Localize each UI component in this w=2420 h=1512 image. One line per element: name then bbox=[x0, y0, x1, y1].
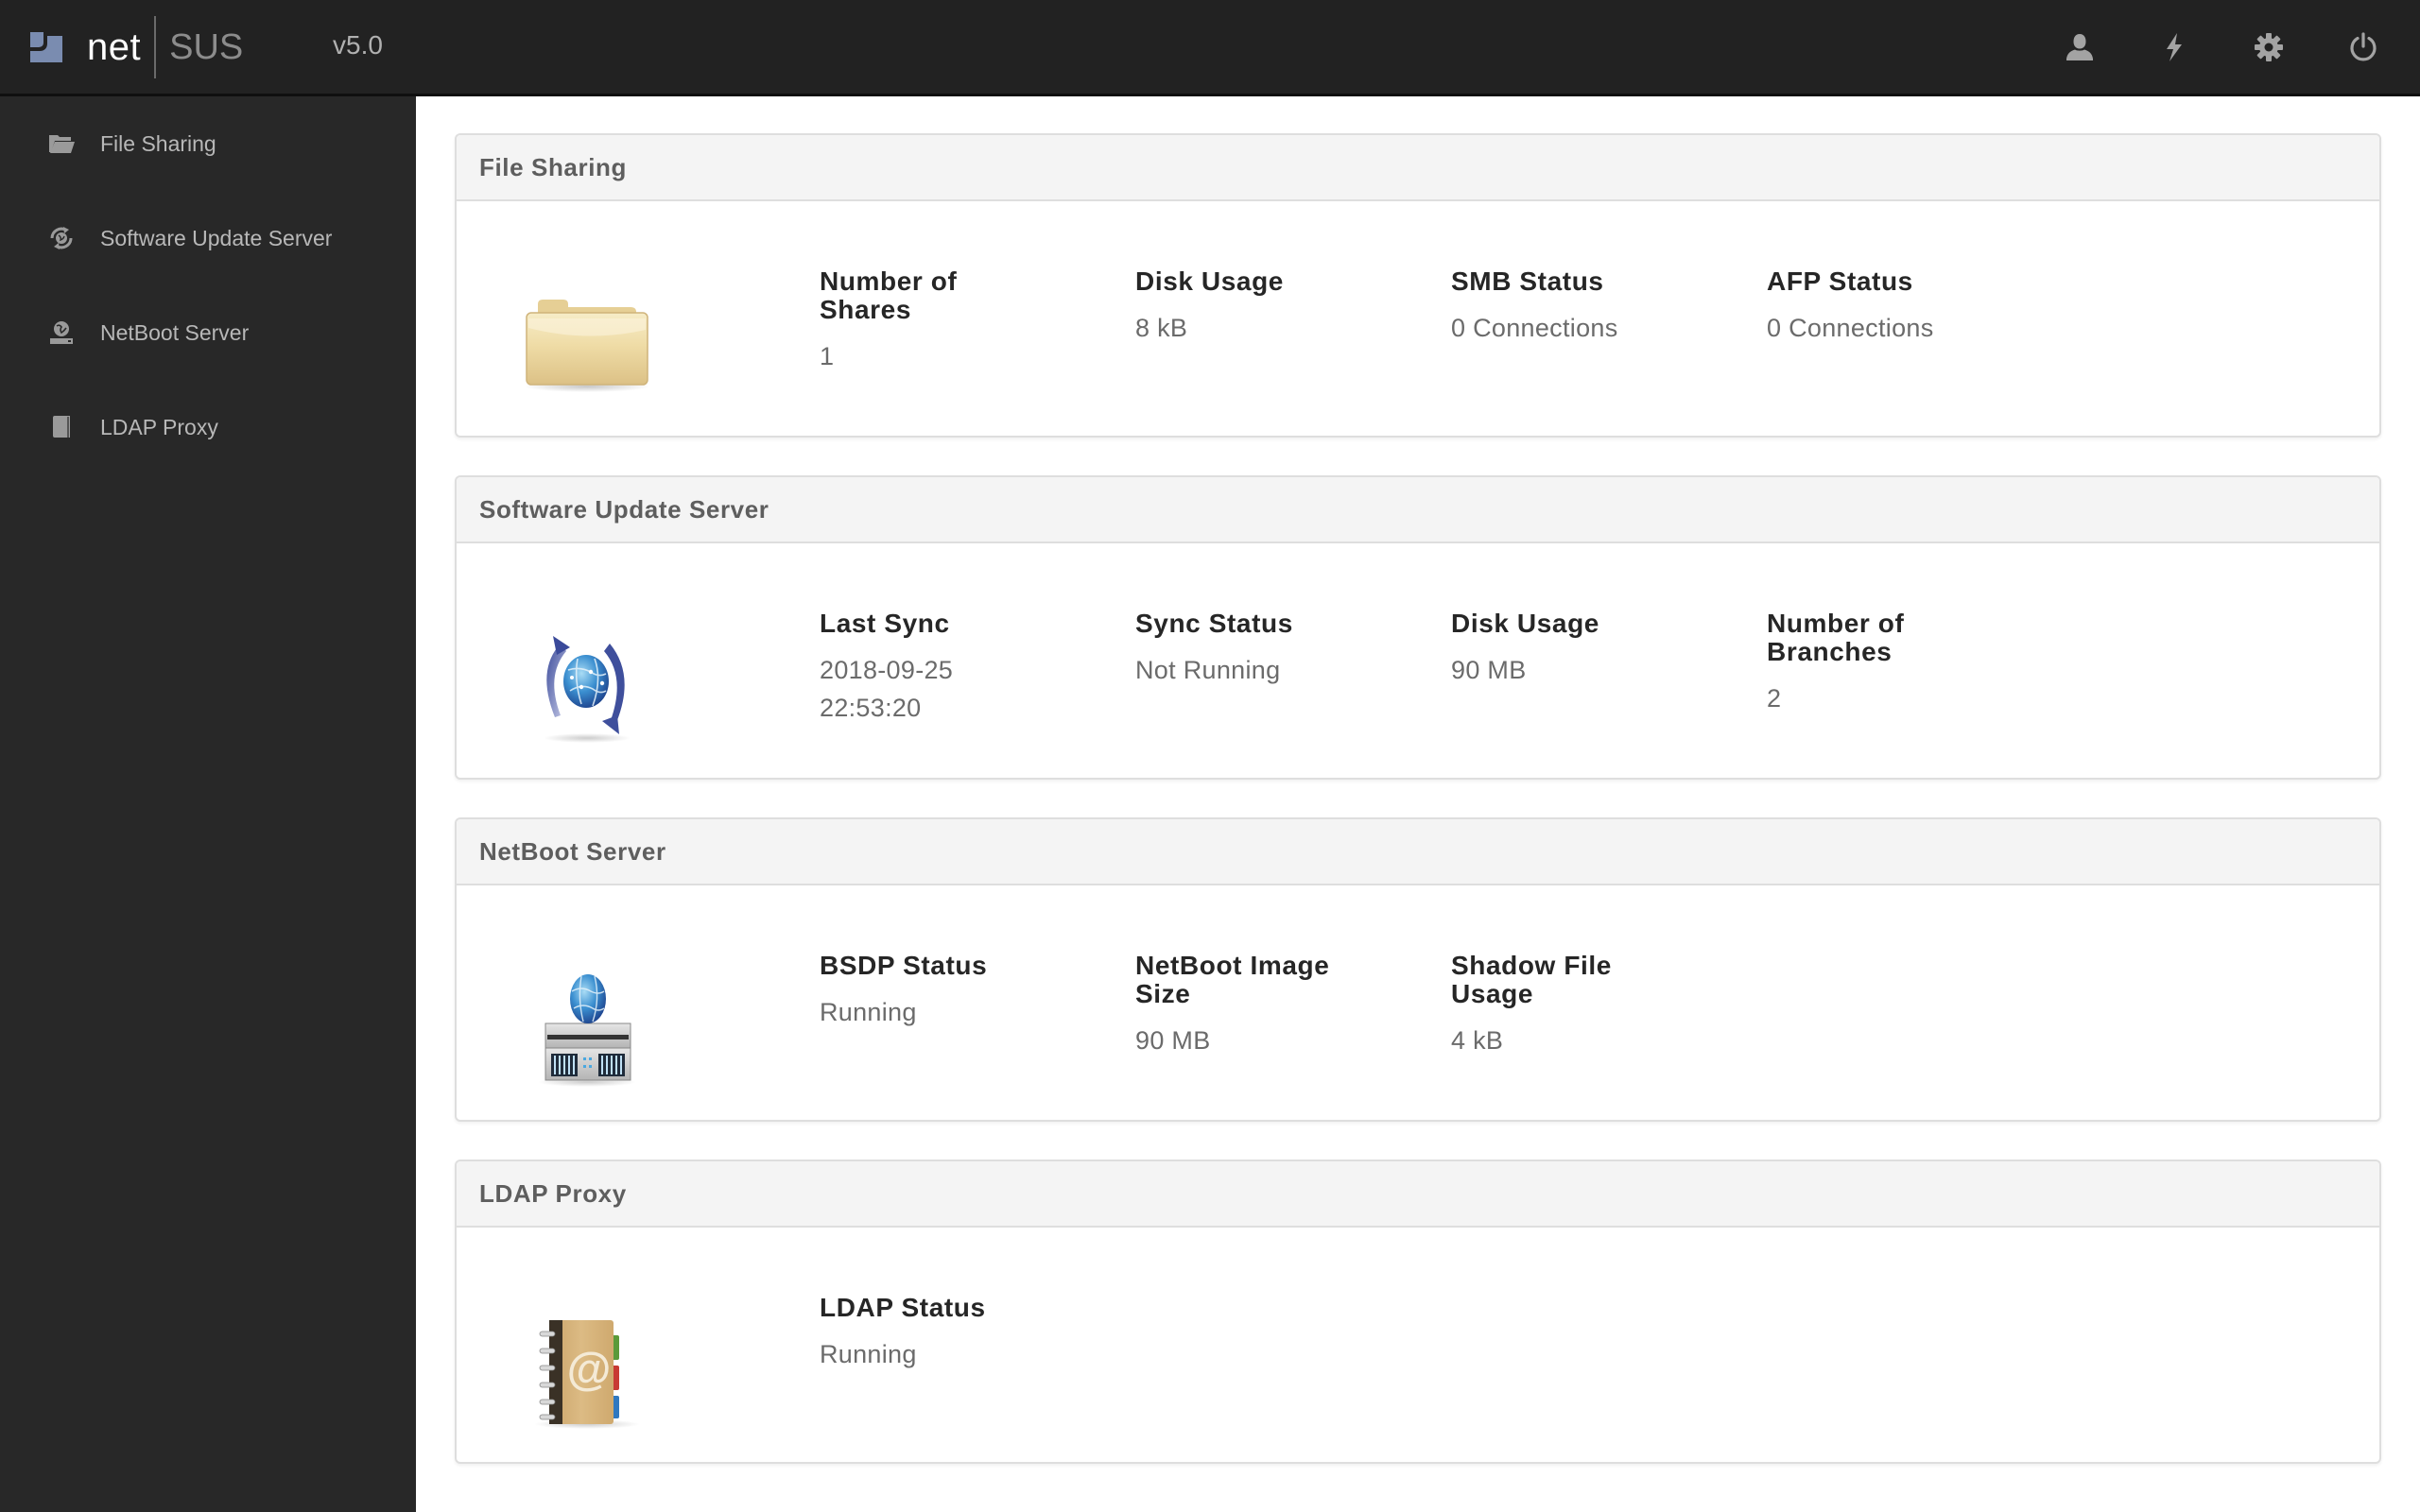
top-navbar: net SUS v5.0 bbox=[0, 0, 2420, 96]
sidebar-item-ldap-proxy[interactable]: LDAP Proxy bbox=[0, 380, 416, 474]
metric-sync-status: Sync Status Not Running bbox=[1135, 610, 1419, 689]
version-label: v5.0 bbox=[333, 30, 383, 60]
sidebar-item-label: LDAP Proxy bbox=[100, 414, 218, 439]
metric-number-of-shares: Number of Shares 1 bbox=[820, 267, 1037, 375]
file-sharing-card: File Sharing Number of Shares 1 Disk Usa… bbox=[455, 133, 2381, 438]
sidebar-item-label: Software Update Server bbox=[100, 225, 333, 250]
metric-disk-usage: Disk Usage 90 MB bbox=[1451, 610, 1735, 689]
metric-label: Number of Shares bbox=[820, 266, 958, 324]
metric-label: LDAP Status bbox=[820, 1293, 986, 1322]
metric-afp-status: AFP Status 0 Connections bbox=[1767, 267, 2050, 347]
top-icon-bar bbox=[2032, 0, 2420, 94]
metric-value: 0 Connections bbox=[1767, 314, 1934, 342]
metric-label: BSDP Status bbox=[820, 951, 988, 980]
metric-label: Sync Status bbox=[1135, 609, 1293, 638]
netboot-server-card: NetBoot Server BSDP Status Running NetBo… bbox=[455, 817, 2381, 1122]
metric-label: Number of Branches bbox=[1767, 609, 1905, 666]
software-update-icon bbox=[544, 636, 631, 743]
metric-label: AFP Status bbox=[1767, 266, 1913, 296]
metric-value: Not Running bbox=[1135, 656, 1281, 684]
brand-net: net bbox=[87, 26, 142, 68]
folder-icon bbox=[525, 300, 649, 392]
card-body: Last Sync 2018-09-25 22:53:20 Sync Statu… bbox=[457, 543, 2379, 778]
svg-text:@: @ bbox=[567, 1345, 612, 1395]
metric-value: Running bbox=[820, 998, 917, 1026]
metric-label: NetBoot Image Size bbox=[1135, 951, 1330, 1008]
metric-value: 90 MB bbox=[1451, 656, 1527, 684]
brand-sus: SUS bbox=[169, 26, 244, 67]
card-body: Number of Shares 1 Disk Usage 8 kB SMB S… bbox=[457, 201, 2379, 436]
metric-label: Disk Usage bbox=[1451, 609, 1599, 638]
book-icon bbox=[45, 411, 78, 443]
metric-ldap-status: LDAP Status Running bbox=[820, 1294, 1103, 1373]
metric-value: 4 kB bbox=[1451, 1026, 1504, 1055]
lightning-icon bbox=[2167, 33, 2182, 61]
metric-label: SMB Status bbox=[1451, 266, 1604, 296]
metric-label: Last Sync bbox=[820, 609, 950, 638]
metric-value: 8 kB bbox=[1135, 314, 1188, 342]
metric-value: 2 bbox=[1767, 684, 1782, 713]
software-update-server-card: Software Update Server Last Sync 2018-09… bbox=[455, 475, 2381, 780]
ldap-proxy-card: LDAP Proxy @ LDAP Status Running bbox=[455, 1160, 2381, 1464]
metric-disk-usage: Disk Usage 8 kB bbox=[1135, 267, 1419, 347]
brand[interactable]: net SUS bbox=[28, 0, 243, 94]
folder-open-icon bbox=[45, 128, 78, 160]
settings-button[interactable] bbox=[2221, 0, 2316, 94]
netsus-logo-icon bbox=[30, 32, 62, 62]
metric-netboot-image-size: NetBoot Image Size 90 MB bbox=[1135, 952, 1353, 1059]
metric-value: 2018-09-25 22:53:20 bbox=[820, 656, 954, 722]
user-icon bbox=[2066, 34, 2093, 60]
sync-globe-icon bbox=[45, 222, 78, 254]
metric-number-of-branches: Number of Branches 2 bbox=[1767, 610, 1984, 717]
metric-value: 0 Connections bbox=[1451, 314, 1618, 342]
power-icon bbox=[2350, 32, 2377, 61]
card-header: NetBoot Server bbox=[457, 819, 2379, 885]
card-title: Software Update Server bbox=[479, 494, 769, 524]
card-title: File Sharing bbox=[479, 152, 628, 181]
metric-shadow-file-usage: Shadow File Usage 4 kB bbox=[1451, 952, 1640, 1059]
metric-label: Shadow File Usage bbox=[1451, 951, 1612, 1008]
brand-divider bbox=[154, 16, 157, 78]
sidebar-item-software-update-server[interactable]: Software Update Server bbox=[0, 191, 416, 285]
card-body: BSDP Status Running NetBoot Image Size 9… bbox=[457, 885, 2379, 1120]
metric-value: Running bbox=[820, 1340, 917, 1368]
metric-last-sync: Last Sync 2018-09-25 22:53:20 bbox=[820, 610, 1103, 727]
sidebar-item-file-sharing[interactable]: File Sharing bbox=[0, 96, 416, 191]
card-body: @ LDAP Status Running bbox=[457, 1228, 2379, 1462]
sidebar-item-label: File Sharing bbox=[100, 130, 216, 156]
metric-bsdp-status: BSDP Status Running bbox=[820, 952, 1103, 1031]
metric-value: 1 bbox=[820, 342, 835, 370]
card-title: NetBoot Server bbox=[479, 836, 666, 866]
card-title: LDAP Proxy bbox=[479, 1178, 627, 1208]
sidebar: File Sharing Software Update Server NetB… bbox=[0, 96, 416, 1512]
logout-button[interactable] bbox=[2316, 0, 2411, 94]
sidebar-item-label: NetBoot Server bbox=[100, 319, 250, 345]
card-header: Software Update Server bbox=[457, 477, 2379, 543]
metric-smb-status: SMB Status 0 Connections bbox=[1451, 267, 1735, 347]
card-header: LDAP Proxy bbox=[457, 1161, 2379, 1228]
metric-label: Disk Usage bbox=[1135, 266, 1284, 296]
gear-icon bbox=[2255, 33, 2283, 61]
actions-button[interactable] bbox=[2127, 0, 2221, 94]
address-book-icon: @ bbox=[534, 1320, 640, 1429]
netboot-server-icon bbox=[538, 974, 636, 1087]
sidebar-item-netboot-server[interactable]: NetBoot Server bbox=[0, 285, 416, 380]
metric-value: 90 MB bbox=[1135, 1026, 1211, 1055]
netboot-globe-icon bbox=[45, 317, 78, 349]
user-button[interactable] bbox=[2032, 0, 2127, 94]
card-header: File Sharing bbox=[457, 135, 2379, 201]
